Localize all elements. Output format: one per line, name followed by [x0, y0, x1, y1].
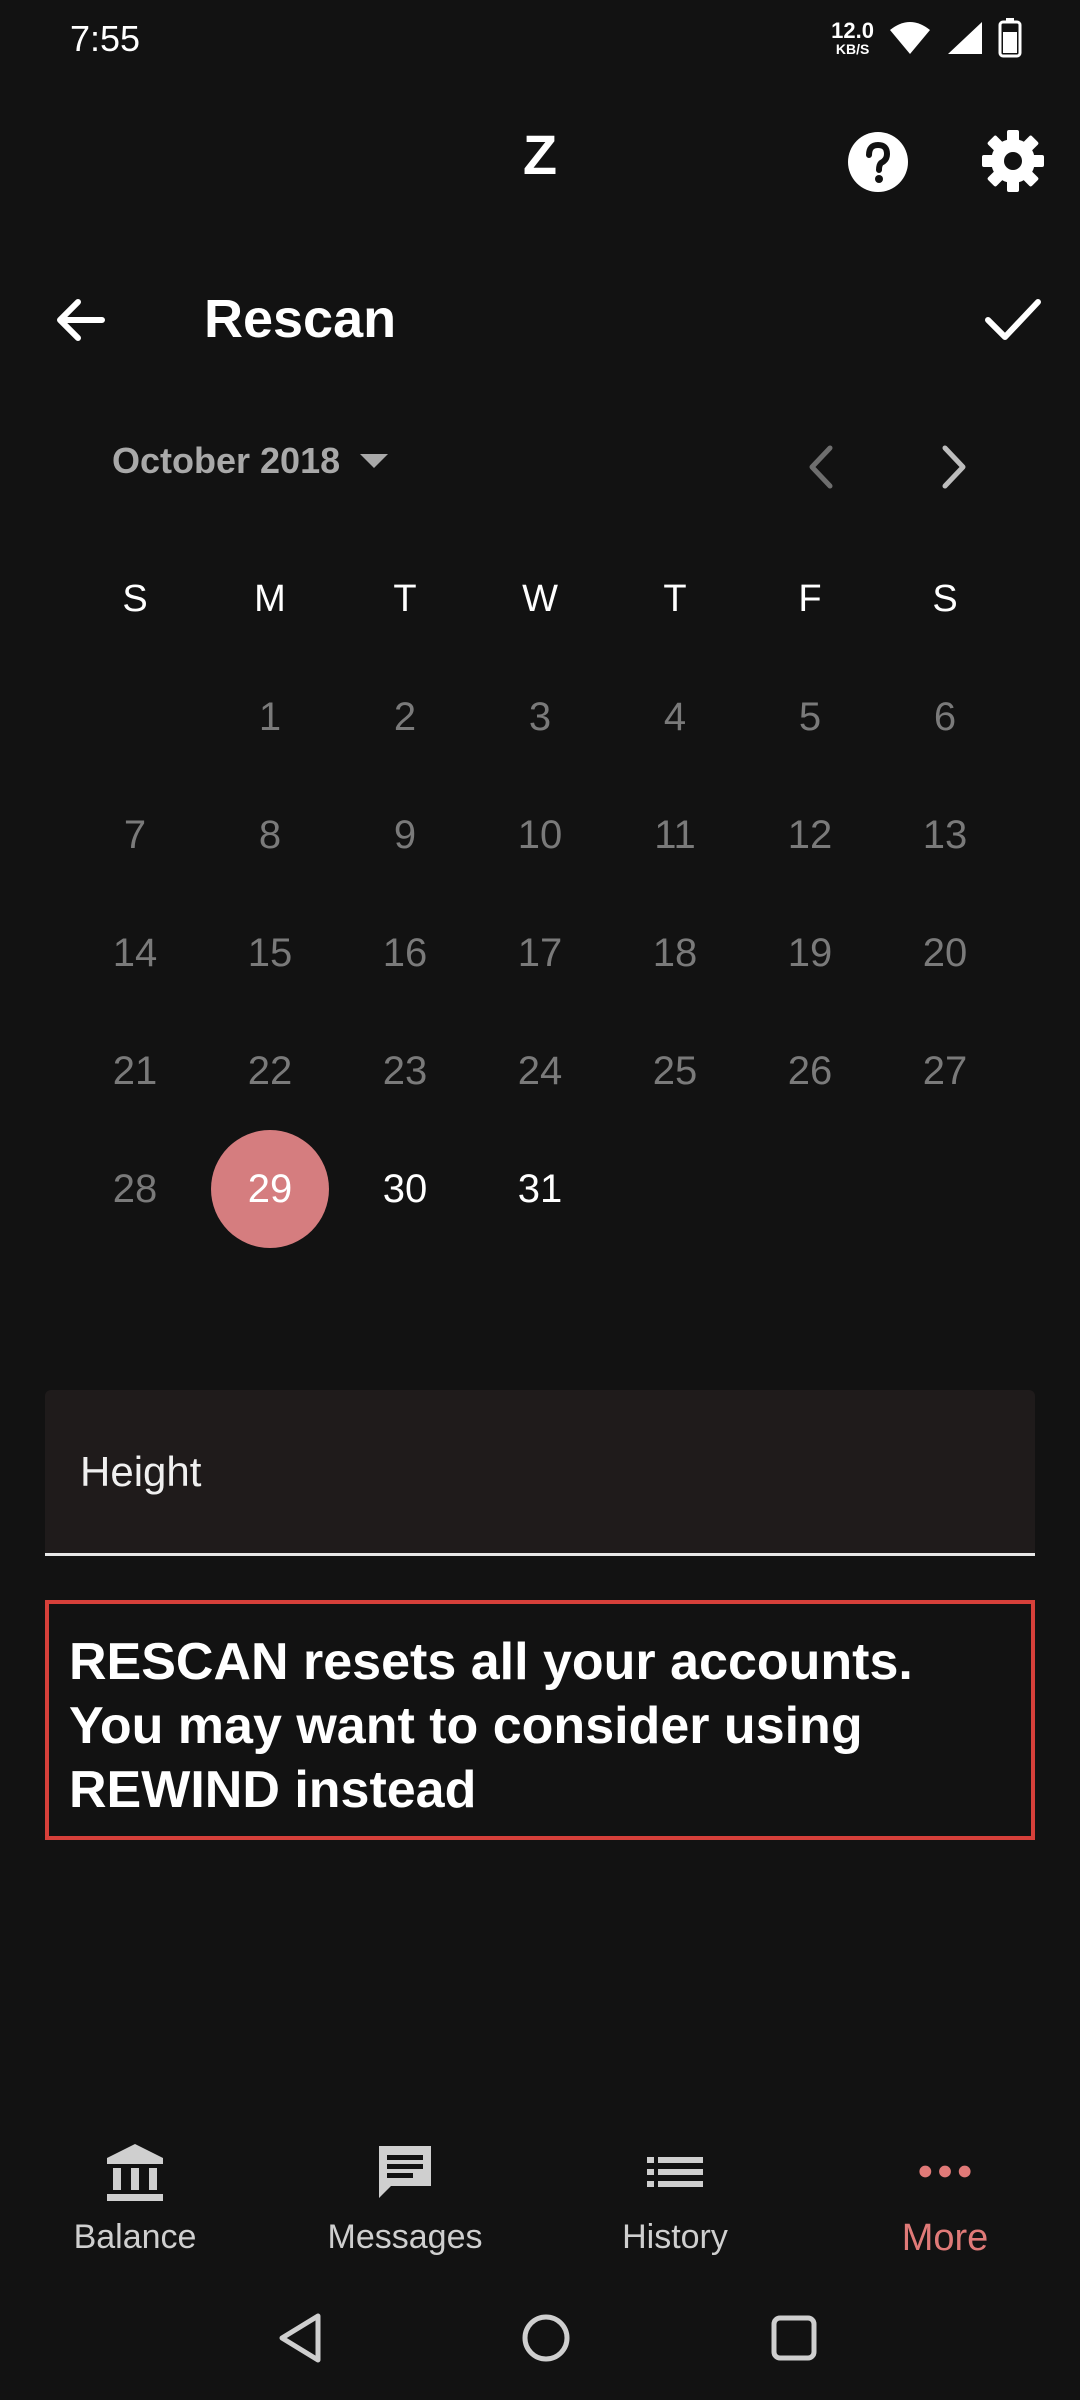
calendar-day-number: 29 — [247, 1166, 293, 1211]
weekday-header: T — [663, 577, 687, 620]
calendar-day: 2 — [346, 658, 464, 776]
calendar-day-number: 14 — [112, 930, 158, 975]
calendar-day: 11 — [616, 776, 734, 894]
rescan-screen: 7:55 12.0 KB/S Z Rescan October 2018 S M… — [0, 0, 1080, 2400]
calendar-day-number: 7 — [123, 812, 147, 857]
calendar-day: 4 — [616, 658, 734, 776]
calendar-day: 7 — [76, 776, 194, 894]
rescan-warning: RESCAN resets all your accounts. You may… — [45, 1600, 1035, 1840]
calendar-day-number: 30 — [382, 1166, 428, 1211]
nav-label-history: History — [622, 2218, 728, 2256]
calendar-day-number: 4 — [663, 694, 687, 739]
warning-text: RESCAN resets all your accounts. You may… — [69, 1633, 913, 1819]
calendar-day-number: 1 — [258, 694, 282, 739]
calendar-day: 15 — [211, 894, 329, 1012]
calendar-day-number: 13 — [922, 812, 968, 857]
weekday-header: S — [122, 577, 148, 620]
system-home-icon[interactable] — [516, 2308, 576, 2368]
calendar-day[interactable]: 31 — [481, 1130, 599, 1248]
nav-label-balance: Balance — [73, 2218, 197, 2256]
calendar-day-number: 23 — [382, 1048, 428, 1093]
height-field[interactable]: Height — [45, 1390, 1035, 1556]
height-field-label: Height — [80, 1448, 202, 1495]
calendar-day-number: 11 — [654, 812, 696, 857]
calendar-day-number: 16 — [382, 930, 428, 975]
calendar-day: 28 — [76, 1130, 194, 1248]
calendar-day: 27 — [886, 1012, 1004, 1130]
weekday-header: F — [798, 577, 822, 620]
calendar-day: 19 — [751, 894, 869, 1012]
calendar-day: 26 — [751, 1012, 869, 1130]
calendar-day: 22 — [211, 1012, 329, 1130]
calendar-day: 25 — [616, 1012, 734, 1130]
calendar-day-number: 27 — [922, 1048, 968, 1093]
weekday-header: W — [522, 577, 558, 620]
calendar-day: 9 — [346, 776, 464, 894]
calendar-day-number: 18 — [652, 930, 698, 975]
calendar-day: 14 — [76, 894, 194, 1012]
calendar-day-number: 25 — [652, 1048, 698, 1093]
calendar-grid: S M T W T F S 1 2 3 4 5 6 7 8 9 10 11 12 13 14 15 16 17 18 19 20 21… — [0, 0, 1080, 1300]
calendar-day-number: 15 — [247, 930, 293, 975]
calendar-day-number: 12 — [787, 812, 833, 857]
calendar-day-number: 24 — [517, 1048, 563, 1093]
calendar-day-number: 9 — [393, 812, 417, 857]
calendar-day-number: 5 — [798, 694, 822, 739]
calendar-day: 17 — [481, 894, 599, 1012]
calendar-day: 6 — [886, 658, 1004, 776]
calendar-day-number: 6 — [933, 694, 957, 739]
calendar-day[interactable]: 30 — [346, 1130, 464, 1248]
system-navigation-bar — [0, 2280, 1080, 2400]
message-icon — [379, 2146, 431, 2198]
calendar-day: 3 — [481, 658, 599, 776]
calendar-day-number: 3 — [528, 694, 552, 739]
more-dots-icon — [919, 2165, 971, 2178]
calendar-day-number: 20 — [922, 930, 968, 975]
calendar-day: 1 — [211, 658, 329, 776]
calendar-day-number: 17 — [517, 930, 563, 975]
calendar-day-number: 8 — [258, 812, 282, 857]
calendar-day: 5 — [751, 658, 869, 776]
weekday-header: M — [254, 577, 286, 620]
nav-label-messages: Messages — [327, 2218, 483, 2256]
calendar-day-number: 22 — [247, 1048, 293, 1093]
calendar-day-number: 21 — [112, 1048, 158, 1093]
calendar-day-number: 2 — [393, 694, 417, 739]
weekday-header: T — [393, 577, 417, 620]
calendar-day-number: 10 — [517, 812, 563, 857]
calendar-day-number: 26 — [787, 1048, 833, 1093]
system-back-icon[interactable] — [272, 2308, 332, 2368]
calendar-day-selected[interactable]: 29 — [211, 1130, 329, 1248]
system-recents-icon[interactable] — [764, 2308, 824, 2368]
calendar-day: 16 — [346, 894, 464, 1012]
calendar-day-number: 31 — [517, 1166, 563, 1211]
bank-icon — [107, 2144, 163, 2201]
calendar-day: 8 — [211, 776, 329, 894]
nav-item-messages[interactable]: Messages — [290, 2140, 520, 2260]
calendar-day: 10 — [481, 776, 599, 894]
calendar-day: 18 — [616, 894, 734, 1012]
calendar-day: 24 — [481, 1012, 599, 1130]
calendar-day-number: 19 — [787, 930, 833, 975]
nav-item-history[interactable]: History — [560, 2140, 790, 2260]
nav-item-more[interactable]: More — [830, 2140, 1060, 2260]
calendar-day-number: 28 — [112, 1166, 158, 1211]
bottom-navigation: Balance Messages History More — [0, 2120, 1080, 2260]
nav-label-more: More — [901, 2217, 989, 2259]
calendar-day: 20 — [886, 894, 1004, 1012]
calendar-day: 23 — [346, 1012, 464, 1130]
calendar-day: 12 — [751, 776, 869, 894]
list-icon — [647, 2157, 703, 2187]
calendar-day: 13 — [886, 776, 1004, 894]
nav-item-balance[interactable]: Balance — [20, 2140, 250, 2260]
calendar-day: 21 — [76, 1012, 194, 1130]
weekday-header: S — [932, 577, 958, 620]
